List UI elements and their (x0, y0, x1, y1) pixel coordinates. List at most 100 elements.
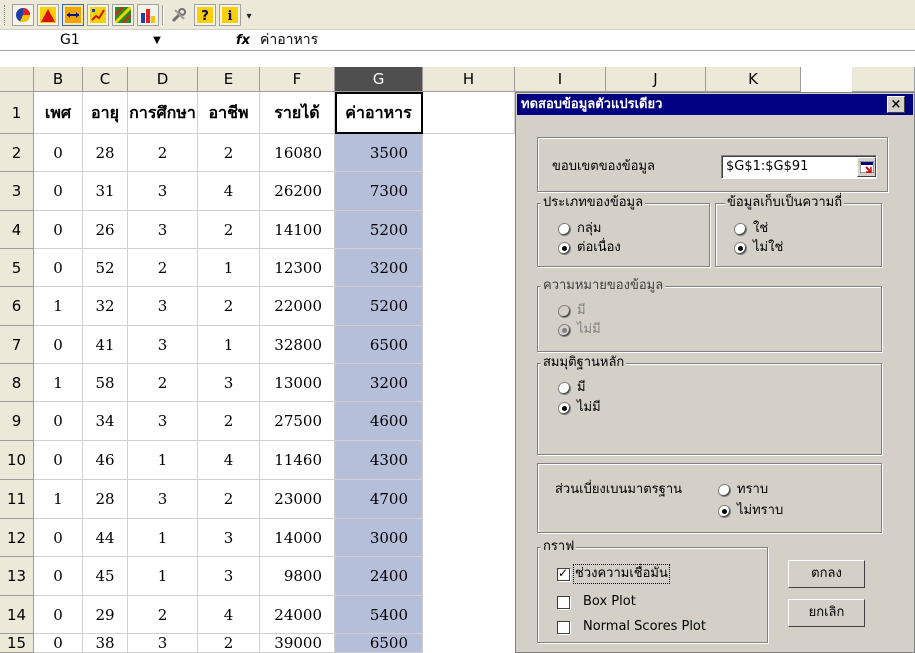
header-cell-c[interactable]: อายุ (83, 92, 128, 134)
column-header-k[interactable]: K (706, 67, 801, 92)
formula-input[interactable]: ค่าอาหาร (260, 31, 318, 50)
scatter-icon[interactable] (87, 4, 109, 26)
row-header-11[interactable]: 11 (0, 480, 34, 519)
table-cell[interactable]: 1 (34, 480, 83, 519)
table-cell[interactable]: 3 (128, 172, 198, 211)
table-cell[interactable]: 32800 (260, 326, 335, 364)
radio-frequency-no[interactable] (734, 242, 747, 255)
table-cell[interactable]: 2 (198, 287, 260, 326)
radio-stddev-known[interactable] (718, 484, 731, 497)
table-cell[interactable]: 31 (83, 172, 128, 211)
table-cell[interactable]: 1 (34, 364, 83, 402)
row-header-7[interactable]: 7 (0, 326, 34, 364)
table-cell[interactable]: 27500 (260, 402, 335, 441)
table-cell[interactable]: 2 (128, 249, 198, 287)
header-cell-b[interactable]: เพศ (34, 92, 83, 134)
table-cell[interactable]: 3 (128, 480, 198, 519)
table-cell[interactable]: 4 (198, 596, 260, 634)
table-cell[interactable]: 4600 (335, 402, 423, 441)
table-cell[interactable]: 3200 (335, 364, 423, 402)
range-input[interactable]: $G$1:$G$91 (721, 155, 877, 179)
radio-hypothesis-yes[interactable] (558, 382, 571, 395)
help-icon[interactable]: ? (194, 4, 216, 26)
info-icon[interactable]: i (219, 4, 241, 26)
toolbar-grip[interactable] (4, 5, 7, 25)
row-header-12[interactable]: 12 (0, 519, 34, 557)
row-header-15[interactable]: 15 (0, 634, 34, 653)
table-cell[interactable]: 2 (198, 480, 260, 519)
checkbox-confidence-interval[interactable]: ✓ (557, 566, 570, 581)
column-header-d[interactable]: D (128, 67, 198, 92)
column-header-g[interactable]: G (335, 67, 423, 92)
table-cell[interactable]: 5200 (335, 287, 423, 326)
table-cell[interactable]: 3 (128, 634, 198, 653)
range-select-button[interactable] (857, 157, 876, 177)
table-cell[interactable]: 1 (128, 441, 198, 480)
column-header-j[interactable]: J (606, 67, 706, 92)
table-cell[interactable]: 2 (128, 364, 198, 402)
table-cell[interactable]: 5200 (335, 211, 423, 249)
table-cell[interactable]: 3 (198, 519, 260, 557)
row-header-14[interactable]: 14 (0, 596, 34, 634)
name-box-dropdown-icon[interactable]: ▼ (150, 35, 164, 47)
pattern-icon[interactable] (112, 4, 134, 26)
table-cell[interactable]: 2 (128, 134, 198, 172)
table-cell[interactable]: 4700 (335, 480, 423, 519)
table-cell[interactable]: 34 (83, 402, 128, 441)
table-cell[interactable]: 9800 (260, 557, 335, 596)
toolbar-overflow-icon[interactable]: ▾ (244, 10, 254, 24)
row-header-10[interactable]: 10 (0, 441, 34, 480)
table-cell[interactable]: 0 (34, 249, 83, 287)
table-cell[interactable]: 22000 (260, 287, 335, 326)
table-cell[interactable]: 0 (34, 172, 83, 211)
radio-group-option[interactable] (558, 223, 571, 236)
table-cell[interactable]: 28 (83, 480, 128, 519)
table-cell[interactable]: 1 (198, 249, 260, 287)
table-cell[interactable]: 0 (34, 211, 83, 249)
table-cell[interactable]: 3000 (335, 519, 423, 557)
table-cell[interactable]: 3 (128, 211, 198, 249)
table-cell[interactable]: 1 (198, 326, 260, 364)
cancel-button[interactable]: ยกเลิก (788, 599, 865, 627)
table-cell[interactable]: 16080 (260, 134, 335, 172)
header-cell-f[interactable]: รายได้ (260, 92, 335, 134)
row-header-9[interactable]: 9 (0, 402, 34, 441)
column-header-b[interactable]: B (34, 67, 83, 92)
column-header-i[interactable]: I (515, 67, 606, 92)
table-cell[interactable]: 24000 (260, 596, 335, 634)
radio-continuous-option[interactable] (558, 242, 571, 255)
row-header-5[interactable]: 5 (0, 249, 34, 287)
table-cell[interactable]: 26 (83, 211, 128, 249)
table-cell[interactable]: 2400 (335, 557, 423, 596)
header-cell-e[interactable]: อาชีพ (198, 92, 260, 134)
function-icon[interactable]: fx (236, 31, 256, 50)
row-header-4[interactable]: 4 (0, 211, 34, 249)
table-cell[interactable]: 0 (34, 596, 83, 634)
select-all-corner[interactable] (0, 67, 34, 92)
table-cell[interactable]: 1 (128, 519, 198, 557)
header-cell-d[interactable]: การศึกษา (128, 92, 198, 134)
table-cell[interactable]: 1 (34, 287, 83, 326)
table-cell[interactable]: 14000 (260, 519, 335, 557)
table-cell[interactable]: 4 (198, 172, 260, 211)
table-cell[interactable]: 41 (83, 326, 128, 364)
row-header-1[interactable]: 1 (0, 92, 34, 134)
ok-button[interactable]: ตกลง (788, 560, 865, 588)
table-cell[interactable]: 45 (83, 557, 128, 596)
row-header-13[interactable]: 13 (0, 557, 34, 596)
table-cell[interactable]: 3 (198, 364, 260, 402)
table-cell[interactable]: 26200 (260, 172, 335, 211)
table-cell[interactable]: 28 (83, 134, 128, 172)
column-header-e[interactable]: E (198, 67, 260, 92)
row-header-8[interactable]: 8 (0, 364, 34, 402)
radio-frequency-yes[interactable] (734, 223, 747, 236)
table-cell[interactable]: 29 (83, 596, 128, 634)
line-arrows-icon[interactable] (62, 4, 84, 26)
column-header-c[interactable]: C (83, 67, 128, 92)
table-cell[interactable]: 3 (128, 326, 198, 364)
table-cell[interactable]: 0 (34, 326, 83, 364)
table-cell[interactable]: 58 (83, 364, 128, 402)
radio-stddev-unknown[interactable] (718, 505, 731, 518)
row-header-2[interactable]: 2 (0, 134, 34, 172)
table-cell[interactable]: 3500 (335, 134, 423, 172)
